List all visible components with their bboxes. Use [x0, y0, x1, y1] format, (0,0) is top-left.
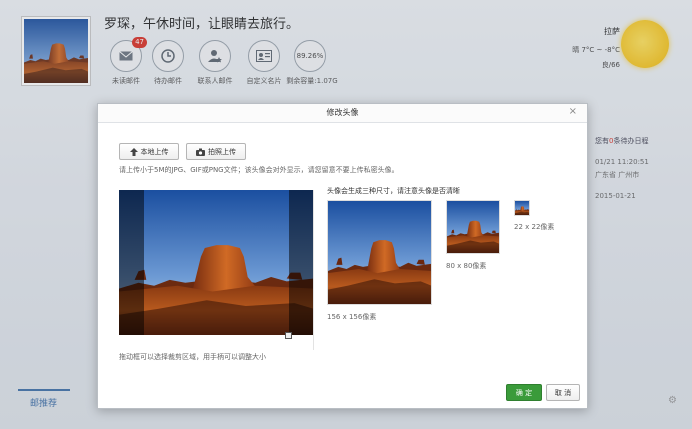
- preview-small-image: [515, 201, 529, 215]
- divider: [313, 190, 314, 350]
- preview-medium-image: [447, 201, 499, 253]
- upload-arrow-icon: [129, 147, 138, 156]
- crop-mask-left: [119, 190, 144, 335]
- confirm-button[interactable]: 确 定: [506, 384, 542, 401]
- crop-hint: 拖动框可以选择裁剪区域，用手柄可以调整大小: [119, 353, 266, 361]
- photo-upload-label: 拍照上传: [208, 147, 236, 156]
- close-icon[interactable]: ×: [569, 106, 577, 117]
- preview-small: [514, 200, 530, 216]
- crop-resize-handle[interactable]: [285, 332, 292, 339]
- local-upload-label: 本地上传: [140, 147, 169, 156]
- dialog-title: 修改头像: [326, 108, 359, 117]
- local-upload-button[interactable]: 本地上传: [119, 143, 179, 160]
- photo-upload-button[interactable]: 拍照上传: [186, 143, 246, 160]
- size-label-small: 22 x 22像素: [514, 223, 555, 231]
- camera-icon: [196, 148, 205, 156]
- change-avatar-dialog: 修改头像 × 本地上传 拍照上传 请上传小于5M的JPG、GIF或PNG文件；该…: [97, 103, 588, 409]
- preview-large-image: [328, 201, 431, 304]
- crop-area[interactable]: [119, 190, 314, 335]
- preview-title: 头像会生成三种尺寸，请注意头像是否清晰: [327, 187, 460, 195]
- crop-source-image: [119, 190, 314, 335]
- preview-medium: [446, 200, 500, 254]
- dialog-header: 修改头像 ×: [98, 104, 587, 123]
- upload-hint: 请上传小于5M的JPG、GIF或PNG文件；该头像会对外显示，请您留意不要上传私…: [119, 166, 399, 174]
- size-label-medium: 80 x 80像素: [446, 262, 487, 270]
- preview-large: [327, 200, 432, 305]
- crop-mask-right: [289, 190, 314, 335]
- size-label-large: 156 x 156像素: [327, 313, 377, 321]
- cancel-button[interactable]: 取 消: [546, 384, 580, 401]
